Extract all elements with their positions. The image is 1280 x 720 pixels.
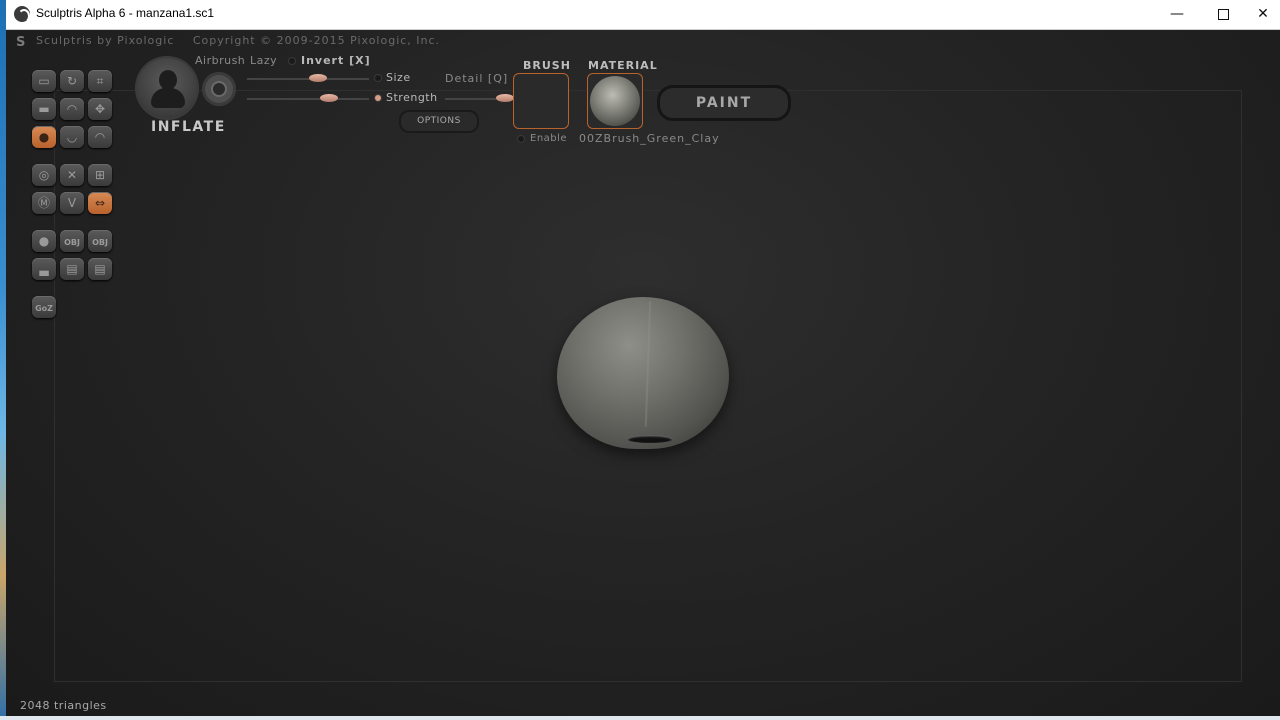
strength-label[interactable]: Strength <box>386 91 438 104</box>
size-radio[interactable] <box>375 75 381 81</box>
symmetry-seam <box>644 301 652 427</box>
sculptris-logo-icon: S <box>16 35 27 50</box>
invert-label[interactable]: Invert [X] <box>301 54 371 67</box>
sphere-tool[interactable]: ● <box>32 230 56 252</box>
material-swatch[interactable] <box>587 73 643 129</box>
crop-tool[interactable]: ⌗ <box>88 70 112 92</box>
app-window: Sculptris Alpha 6 - manzana1.sc1 — ✕ S Sc… <box>6 0 1280 720</box>
mask-icon: Ⓜ <box>37 196 50 210</box>
sculptris-app-icon <box>14 6 30 23</box>
reduce-tool[interactable]: V <box>60 192 84 214</box>
minimize-button[interactable]: — <box>1154 0 1200 29</box>
brush-alpha-slot[interactable] <box>513 73 569 129</box>
symmetry-icon: ◎ <box>38 168 50 182</box>
reduce-icon: V <box>67 196 77 210</box>
grid-icon: ⊞ <box>94 168 106 182</box>
close-button[interactable]: ✕ <box>1246 0 1280 29</box>
size-slider-knob[interactable] <box>309 74 328 82</box>
maximize-button[interactable] <box>1200 0 1246 29</box>
grab-tool[interactable]: ✥ <box>88 98 112 120</box>
size-label[interactable]: Size <box>386 71 411 84</box>
pinch-icon: ◡ <box>66 130 78 144</box>
brush-head-icon <box>159 70 177 90</box>
options-button[interactable]: OPTIONS <box>399 110 479 133</box>
mirror-tool[interactable]: ⇔ <box>88 192 112 214</box>
plane-tool[interactable]: ▃ <box>32 258 56 280</box>
open-icon: ▤ <box>66 262 78 276</box>
material-name: 00ZBrush_Green_Clay <box>579 132 720 145</box>
flatten-icon: ▬ <box>38 102 50 116</box>
maximize-icon <box>1217 8 1229 20</box>
close-icon: ✕ <box>1257 6 1269 22</box>
import-obj-tool[interactable]: OBJ <box>60 230 84 252</box>
enable-radio[interactable] <box>518 136 524 142</box>
sculpt-model[interactable] <box>557 297 729 449</box>
crop-icon: ⌗ <box>96 74 104 88</box>
draw-icon: ▭ <box>38 74 50 88</box>
crease-tool[interactable]: ◠ <box>88 126 112 148</box>
goz-icon: GoZ <box>35 304 53 313</box>
cross-icon: ✕ <box>66 168 78 182</box>
invert-radio[interactable] <box>289 58 295 64</box>
minimize-icon: — <box>1170 6 1184 22</box>
brush-body-icon <box>151 88 185 108</box>
triangle-count: 2048 triangles <box>20 699 107 712</box>
rotate-tool[interactable]: ↻ <box>60 70 84 92</box>
mirror-icon: ⇔ <box>94 196 106 210</box>
symmetry-tool[interactable]: ◎ <box>32 164 56 186</box>
grid-tool[interactable]: ⊞ <box>88 164 112 186</box>
strength-radio[interactable] <box>375 95 381 101</box>
export-obj-tool[interactable]: OBJ <box>88 230 112 252</box>
open-tool[interactable]: ▤ <box>60 258 84 280</box>
brush-name: INFLATE <box>151 119 226 135</box>
inflate-icon: ● <box>38 130 50 144</box>
goz-tool[interactable]: GoZ <box>32 296 56 318</box>
smooth-tool[interactable]: ◠ <box>60 98 84 120</box>
import-obj-icon: OBJ <box>64 238 80 247</box>
draw-tool[interactable]: ▭ <box>32 70 56 92</box>
mask-tool[interactable]: Ⓜ <box>32 192 56 214</box>
move-icon: ✥ <box>94 102 106 116</box>
airbrush-toggle[interactable] <box>202 72 236 106</box>
smooth-icon: ◠ <box>66 102 78 116</box>
crease-icon: ◠ <box>94 130 106 144</box>
airbrush-label[interactable]: Airbrush <box>195 54 245 67</box>
brush-preview[interactable] <box>137 58 197 118</box>
taskbar-edge <box>0 716 1280 720</box>
save-tool[interactable]: ▤ <box>88 258 112 280</box>
size-slider-track[interactable] <box>247 78 369 80</box>
copyright-label: Copyright © 2009-2015 Pixologic, Inc. <box>192 34 441 47</box>
plane-icon: ▃ <box>39 262 49 276</box>
material-sphere-icon <box>590 76 640 126</box>
sphere-icon: ● <box>38 234 50 248</box>
brand-label: Sculptris by Pixologic <box>36 34 175 47</box>
enable-label[interactable]: Enable <box>530 133 567 144</box>
pinch-tool[interactable]: ◡ <box>60 126 84 148</box>
app-header: S Sculptris by Pixologic Copyright © 2009… <box>16 34 441 50</box>
paint-button[interactable]: PAINT <box>657 85 791 121</box>
title-bar[interactable]: Sculptris Alpha 6 - manzana1.sc1 — ✕ <box>6 0 1280 30</box>
brush-panel-title: BRUSH <box>523 59 571 72</box>
window-title: Sculptris Alpha 6 - manzana1.sc1 <box>36 6 215 20</box>
save-icon: ▤ <box>94 262 106 276</box>
inflate-tool[interactable]: ● <box>32 126 56 148</box>
model-opening <box>627 435 673 443</box>
rotate-icon: ↻ <box>66 74 78 88</box>
sculpt-viewport[interactable]: S Sculptris by Pixologic Copyright © 2009… <box>6 30 1280 720</box>
lazy-label[interactable]: Lazy <box>250 54 277 67</box>
strength-slider-track[interactable] <box>247 98 369 100</box>
flatten-tool[interactable]: ▬ <box>32 98 56 120</box>
material-panel-title: MATERIAL <box>588 59 658 72</box>
export-obj-icon: OBJ <box>92 238 108 247</box>
detail-slider-knob[interactable] <box>496 94 514 102</box>
wireframe-tool[interactable]: ✕ <box>60 164 84 186</box>
strength-slider-knob[interactable] <box>319 94 338 102</box>
detail-label: Detail [Q] <box>445 72 509 85</box>
